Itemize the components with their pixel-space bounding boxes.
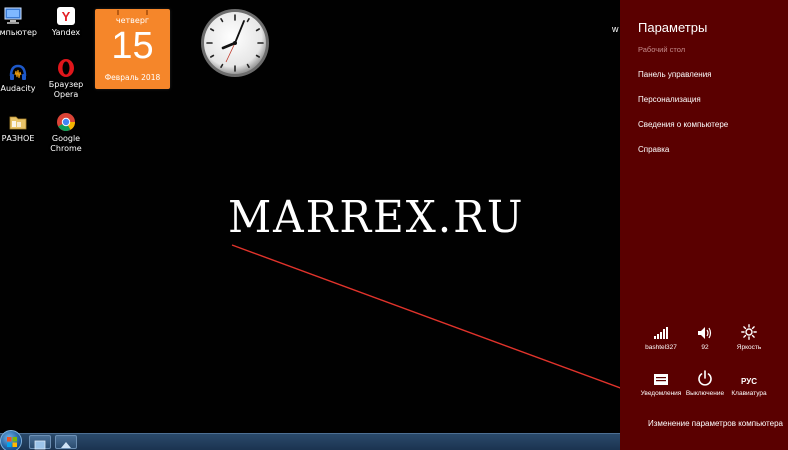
- charm-subtitle: Рабочий стол: [638, 45, 686, 54]
- tile-brightness[interactable]: Яркость: [728, 322, 770, 351]
- explorer-icon: [34, 440, 46, 450]
- tile-network[interactable]: bashtel327: [640, 322, 682, 351]
- desktop-icon-audacity[interactable]: Audacity: [0, 62, 43, 94]
- tile-label: Клавиатура: [731, 390, 767, 397]
- desktop-icon-yandex[interactable]: Y Yandex: [41, 6, 91, 38]
- desktop-icon-folder[interactable]: РАЗНОЕ: [0, 112, 43, 144]
- desktop-icon-label: Браузер Opera: [48, 80, 84, 99]
- tile-notifications[interactable]: Уведомления: [640, 368, 682, 397]
- svg-text:Y: Y: [62, 9, 71, 24]
- tile-label: 92: [701, 344, 709, 351]
- desktop-icon-opera[interactable]: Браузер Opera: [41, 58, 91, 100]
- charm-link-personalization[interactable]: Персонализация: [638, 95, 701, 104]
- charm-link-pc-info[interactable]: Сведения о компьютере: [638, 120, 728, 129]
- tile-power[interactable]: Выключение: [684, 368, 726, 397]
- tile-label: bashtel327: [645, 344, 677, 351]
- charm-link-control-panel[interactable]: Панель управления: [638, 70, 712, 79]
- app-icon: [61, 442, 71, 448]
- keyboard-icon: РУС: [728, 368, 770, 386]
- desktop-icon-label: Yandex: [51, 28, 81, 37]
- taskbar-button-app[interactable]: [55, 435, 77, 449]
- desktop-icon-label: РАЗНОЕ: [1, 134, 35, 143]
- desktop-icon-computer[interactable]: Компьютер: [0, 6, 38, 38]
- audacity-icon: [8, 62, 28, 82]
- calendar-month-year: Февраль 2018: [104, 73, 161, 82]
- yandex-icon: Y: [56, 6, 76, 26]
- tile-label: Выключение: [685, 390, 725, 397]
- desktop-edge-text: w: [612, 24, 619, 34]
- tile-volume[interactable]: 92: [684, 322, 726, 351]
- power-icon: [684, 368, 726, 386]
- tile-label: Яркость: [736, 344, 762, 351]
- notifications-icon: [640, 368, 682, 386]
- brightness-icon: [728, 322, 770, 340]
- opera-icon: [56, 58, 76, 78]
- desktop-icon-chrome[interactable]: Google Chrome: [41, 112, 91, 154]
- desktop-icon-label: Audacity: [0, 84, 36, 93]
- clock-face-icon: [201, 9, 269, 77]
- wifi-signal-icon: [640, 322, 682, 340]
- calendar-binder: [146, 10, 148, 15]
- chrome-icon: [56, 112, 76, 132]
- settings-charm-panel: Параметры Рабочий стол Панель управления…: [620, 0, 788, 450]
- charm-title: Параметры: [638, 20, 708, 35]
- desktop-icon-label: Компьютер: [0, 28, 37, 37]
- tile-keyboard[interactable]: РУС Клавиатура: [728, 368, 770, 397]
- computer-icon: [3, 6, 23, 26]
- clock-gadget[interactable]: [199, 6, 271, 80]
- tile-label: Уведомления: [640, 390, 682, 397]
- charm-link-help[interactable]: Справка: [638, 145, 669, 154]
- desktop-icon-label: Google Chrome: [50, 134, 82, 153]
- change-pc-settings-link[interactable]: Изменение параметров компьютера: [648, 419, 783, 428]
- taskbar-button-explorer[interactable]: [29, 435, 51, 450]
- watermark-text: MARREX.RU: [228, 192, 525, 243]
- windows-logo-icon: [7, 437, 17, 447]
- keyboard-layout-indicator: РУС: [741, 377, 757, 386]
- calendar-gadget[interactable]: четверг 15 Февраль 2018: [95, 9, 170, 89]
- calendar-day: 15: [111, 25, 154, 67]
- start-button[interactable]: [0, 430, 22, 450]
- taskbar: [0, 430, 620, 450]
- calendar-binder: [117, 10, 119, 15]
- speaker-icon: [684, 322, 726, 340]
- folder-icon: [8, 112, 28, 132]
